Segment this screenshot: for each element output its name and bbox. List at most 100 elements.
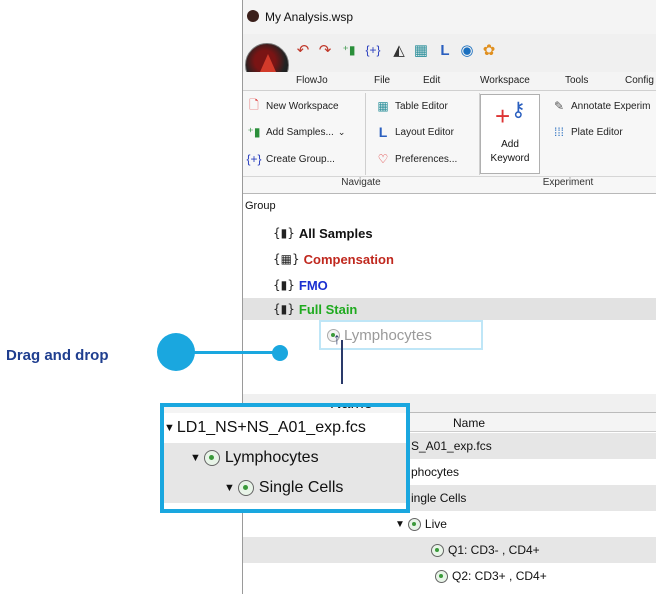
layout-icon[interactable]: L: [435, 40, 455, 60]
group-row[interactable]: {▦} Compensation: [243, 248, 656, 270]
refresh-icon[interactable]: ◉: [457, 40, 477, 60]
menu-workspace[interactable]: Workspace: [480, 75, 530, 86]
experiment-group-label: Experiment: [479, 176, 656, 193]
ribbon-separator: [365, 93, 366, 175]
plate-editor-label: Plate Editor: [571, 126, 623, 138]
create-group-button[interactable]: {+} Create Group...: [246, 150, 335, 168]
groups-panel: Group {▮} All Samples {▦} Compensation {…: [243, 194, 656, 394]
undo-icon[interactable]: ↶: [293, 40, 313, 60]
annotation-connector: [190, 351, 276, 354]
group-row[interactable]: {▮} All Samples: [243, 222, 656, 244]
arrow-up-icon: ↑: [333, 331, 341, 348]
group-column-header: Group: [245, 200, 276, 212]
app-icon: [247, 10, 259, 22]
table-row[interactable]: Q1: CD3- , CD4+: [243, 537, 656, 563]
gate-icon: [435, 569, 448, 583]
group-icon: {+}: [246, 152, 262, 166]
window-title: My Analysis.wsp: [265, 10, 354, 24]
table-icon[interactable]: ▦: [411, 40, 431, 60]
group-icon: {▮}: [273, 302, 295, 316]
gate-name: ingle Cells: [411, 491, 467, 505]
new-document-icon: 🗋: [249, 97, 259, 112]
plate-icon: ⁞⁞⁞: [553, 125, 564, 139]
drag-ghost: Lymphocytes: [319, 320, 483, 350]
table-editor-button[interactable]: ▦ Table Editor: [375, 97, 448, 115]
expand-triangle-icon[interactable]: ▼: [164, 422, 175, 434]
annotate-label: Annotate Experim: [571, 100, 651, 112]
gate-icon: [407, 517, 421, 531]
binoculars-icon[interactable]: ◭: [389, 40, 409, 60]
name-column-header[interactable]: Name: [453, 416, 485, 430]
pencil-icon: ✎: [553, 99, 565, 113]
zoom-row-gate[interactable]: ▼ Single Cells: [164, 473, 406, 503]
navigate-group-label: Navigate: [243, 176, 479, 193]
zoom-row-sample[interactable]: ▼ LD1_NS+NS_A01_exp.fcs: [164, 413, 406, 443]
table-icon-ribbon: ▦: [377, 99, 389, 113]
add-samples-icon-ribbon: ⁺▮: [247, 125, 261, 139]
add-keyword-label-1: Add: [501, 139, 519, 150]
zoom-row-gate[interactable]: ▼ Lymphocytes: [164, 443, 406, 473]
new-workspace-label: New Workspace: [266, 100, 339, 112]
sample-name: LD1_NS+NS_A01_exp.fcs: [176, 419, 366, 436]
menu-config[interactable]: Config: [625, 75, 654, 86]
gate-name: phocytes: [411, 465, 460, 479]
add-keyword-button[interactable]: + ⚷ Add Keyword: [480, 94, 540, 174]
gate-name: Q1: CD3- , CD4+: [448, 543, 540, 557]
table-row[interactable]: Q2: CD3+ , CD4+: [243, 563, 656, 589]
gate-name: Live: [424, 517, 447, 531]
gate-name: Q2: CD3+ , CD4+: [452, 569, 547, 583]
expand-triangle-icon[interactable]: ▼: [190, 452, 201, 464]
annotation-label: Drag and drop: [6, 347, 109, 364]
new-workspace-button[interactable]: 🗋 New Workspace: [246, 97, 339, 115]
preferences-label: Preferences...: [395, 153, 458, 165]
group-row-selected[interactable]: {▮} Full Stain: [243, 298, 656, 320]
drag-ghost-label: Lymphocytes: [344, 326, 432, 344]
compensation-icon: {▦}: [273, 252, 300, 266]
drag-arrow: [341, 340, 343, 384]
add-samples-icon[interactable]: ⁺▮: [339, 40, 359, 60]
annotation-dot: [157, 333, 195, 371]
layout-editor-label: Layout Editor: [395, 126, 454, 138]
zoom-header-label: Name: [330, 403, 373, 412]
expand-triangle-icon[interactable]: ▼: [224, 482, 235, 494]
table-row[interactable]: ▼ Live: [243, 511, 656, 537]
table-editor-label: Table Editor: [395, 100, 448, 112]
group-icon: {▮}: [273, 278, 295, 292]
gate-name: Lymphocytes: [224, 449, 319, 466]
key-icon: ⚷: [511, 99, 526, 121]
chevron-down-icon: ⌄: [337, 126, 346, 137]
create-group-icon[interactable]: {+}: [363, 40, 383, 60]
layout-icon-ribbon: L: [378, 124, 388, 140]
menu-tools[interactable]: Tools: [565, 75, 588, 86]
menu-edit[interactable]: Edit: [423, 75, 440, 86]
plate-editor-button[interactable]: ⁞⁞⁞ Plate Editor: [551, 123, 623, 141]
create-group-label: Create Group...: [266, 153, 335, 165]
menu-flowjo[interactable]: FlowJo: [296, 75, 328, 86]
sample-name: S_A01_exp.fcs: [411, 439, 492, 453]
gate-icon: [237, 480, 254, 496]
group-name: All Samples: [298, 225, 373, 241]
group-name: FMO: [298, 277, 328, 293]
title-bar: My Analysis.wsp: [243, 0, 656, 34]
annotate-experiment-button[interactable]: ✎ Annotate Experim: [551, 97, 651, 115]
menu-file[interactable]: File: [374, 75, 390, 86]
gate-name: Single Cells: [258, 479, 344, 496]
annotation-target-dot: [272, 345, 288, 361]
group-icon: {▮}: [273, 226, 295, 240]
heart-icon: ♡: [377, 152, 389, 166]
redo-icon[interactable]: ↷: [315, 40, 335, 60]
gate-icon: [203, 450, 220, 466]
zoom-header: Name: [164, 403, 406, 413]
add-samples-button[interactable]: ⁺▮ Add Samples... ⌄: [246, 123, 346, 141]
group-name: Compensation: [303, 251, 394, 267]
group-name: Full Stain: [298, 301, 358, 317]
group-row[interactable]: {▮} FMO: [243, 274, 656, 296]
add-samples-label: Add Samples...: [266, 126, 334, 138]
gate-icon: [431, 543, 444, 557]
add-keyword-label-2: Keyword: [490, 153, 530, 164]
plugin-icon[interactable]: ✿: [479, 40, 499, 60]
expand-triangle-icon[interactable]: ▼: [395, 519, 405, 530]
plus-icon: +: [495, 101, 511, 131]
preferences-button[interactable]: ♡ Preferences...: [375, 150, 458, 168]
layout-editor-button[interactable]: L Layout Editor: [375, 123, 454, 141]
